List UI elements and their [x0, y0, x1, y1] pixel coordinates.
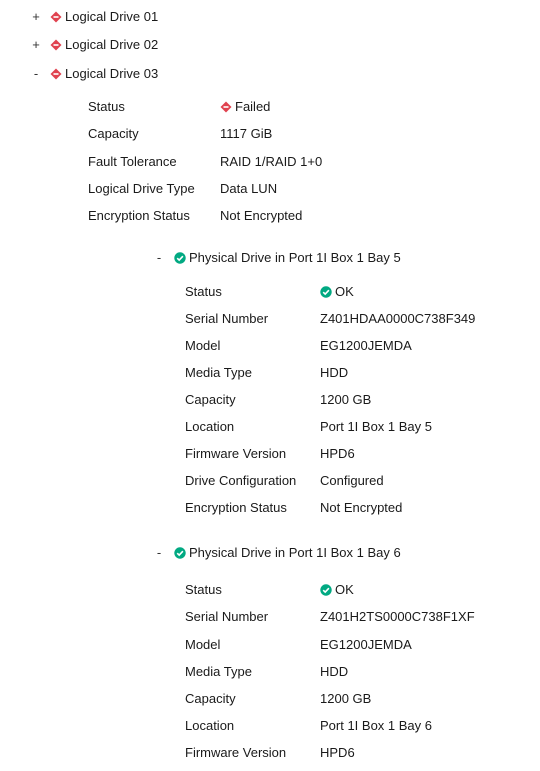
- property-value: Configured: [320, 473, 384, 488]
- property-value: HPD6: [320, 745, 355, 760]
- property-value: Port 1I Box 1 Bay 6: [320, 718, 433, 733]
- property-label: Serial Number: [185, 311, 269, 326]
- ok-icon: [320, 286, 332, 298]
- property-label: Location: [185, 718, 235, 733]
- status-value: OK: [320, 284, 354, 300]
- physical-drive-bay5-node[interactable]: Physical Drive in Port 1I Box 1 Bay 5: [174, 250, 401, 266]
- physical-drive-name: Physical Drive in Port 1I Box 1 Bay 5: [189, 250, 401, 265]
- property-label: Capacity: [185, 691, 236, 706]
- ok-icon: [320, 584, 332, 596]
- status-text: Failed: [235, 99, 271, 114]
- property-label: Media Type: [185, 664, 252, 679]
- property-label: Status: [185, 582, 222, 597]
- property-value: EG1200JEMDA: [320, 338, 412, 353]
- property-label: Status: [88, 99, 125, 114]
- property-value: Data LUN: [220, 181, 278, 196]
- expand-toggle[interactable]: +: [30, 37, 42, 53]
- property-value: 1117 GiB: [220, 126, 273, 141]
- logical-drive-name: Logical Drive 03: [65, 66, 159, 81]
- property-label: Encryption Status: [185, 500, 287, 515]
- ok-icon: [174, 252, 186, 264]
- failed-icon: [50, 68, 62, 80]
- logical-drive-name: Logical Drive 01: [65, 9, 159, 24]
- property-label: Status: [185, 284, 222, 299]
- physical-drive-name: Physical Drive in Port 1I Box 1 Bay 6: [189, 545, 401, 560]
- property-label: Capacity: [185, 392, 236, 407]
- logical-drive-02-node[interactable]: Logical Drive 02: [50, 37, 158, 53]
- failed-icon: [50, 39, 62, 51]
- property-value: Not Encrypted: [320, 500, 403, 515]
- collapse-toggle[interactable]: -: [30, 66, 42, 82]
- property-label: Drive Configuration: [185, 473, 297, 488]
- property-label: Firmware Version: [185, 446, 287, 461]
- property-value: Not Encrypted: [220, 208, 303, 223]
- property-label: Model: [185, 637, 221, 652]
- property-value: 1200 GB: [320, 392, 372, 407]
- property-label: Fault Tolerance: [88, 154, 177, 169]
- property-value: 1200 GB: [320, 691, 372, 706]
- property-value: HPD6: [320, 446, 355, 461]
- status-value: Failed: [220, 99, 270, 115]
- logical-drive-name: Logical Drive 02: [65, 37, 159, 52]
- status-text: OK: [335, 582, 354, 597]
- property-label: Encryption Status: [88, 208, 190, 223]
- property-label: Logical Drive Type: [88, 181, 195, 196]
- logical-drive-03-node[interactable]: Logical Drive 03: [50, 66, 158, 82]
- property-label: Model: [185, 338, 221, 353]
- collapse-toggle[interactable]: -: [153, 545, 165, 561]
- physical-drive-bay6-node[interactable]: Physical Drive in Port 1I Box 1 Bay 6: [174, 545, 401, 561]
- property-value: Z401H2TS0000C738F1XF: [320, 609, 475, 624]
- property-value: Port 1I Box 1 Bay 5: [320, 419, 433, 434]
- property-label: Location: [185, 419, 235, 434]
- property-label: Firmware Version: [185, 745, 287, 760]
- expand-toggle[interactable]: +: [30, 9, 42, 25]
- property-value: RAID 1/RAID 1+0: [220, 154, 323, 169]
- property-value: HDD: [320, 365, 349, 380]
- property-value: Z401HDAA0000C738F349: [320, 311, 476, 326]
- property-value: HDD: [320, 664, 349, 679]
- property-label: Serial Number: [185, 609, 269, 624]
- property-value: EG1200JEMDA: [320, 637, 412, 652]
- failed-icon: [220, 101, 232, 113]
- collapse-toggle[interactable]: -: [153, 250, 165, 266]
- ok-icon: [174, 547, 186, 559]
- property-label: Capacity: [88, 126, 139, 141]
- status-value: OK: [320, 582, 354, 598]
- property-label: Media Type: [185, 365, 252, 380]
- status-text: OK: [335, 284, 354, 299]
- logical-drive-01-node[interactable]: Logical Drive 01: [50, 9, 158, 25]
- failed-icon: [50, 11, 62, 23]
